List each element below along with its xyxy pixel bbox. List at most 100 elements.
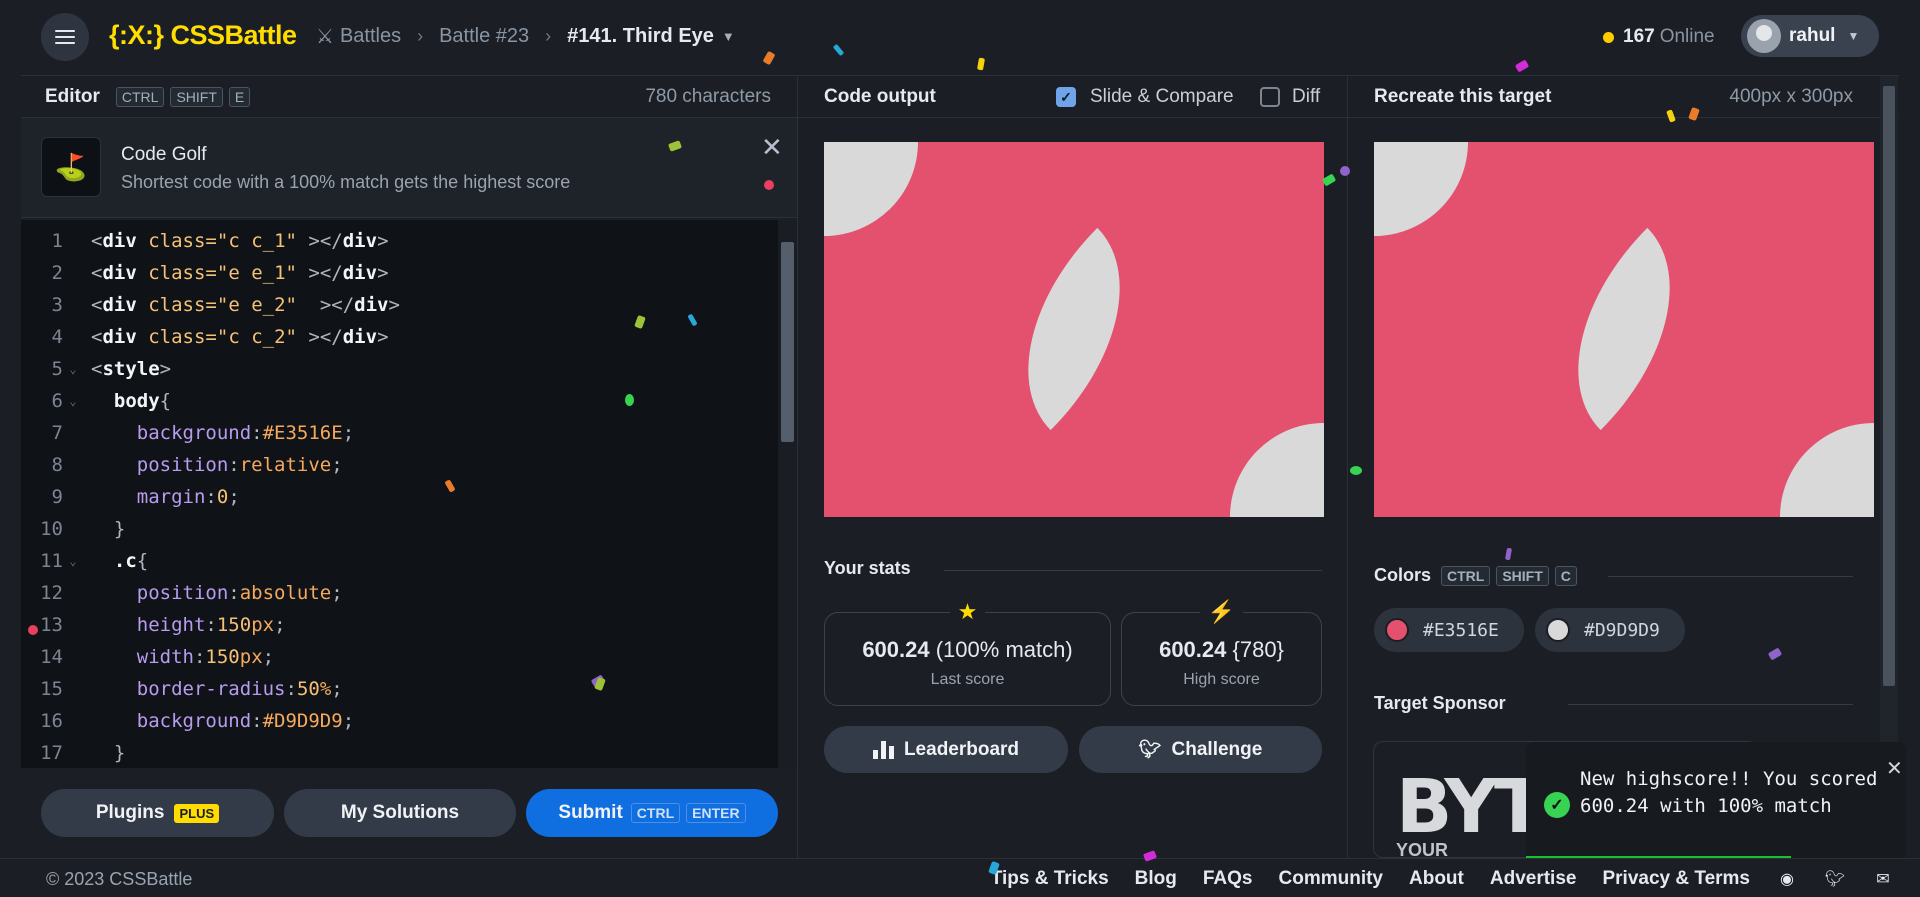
chevron-down-icon: ▼	[1847, 29, 1860, 43]
confetti	[28, 625, 38, 635]
diff-checkbox[interactable]	[1260, 87, 1280, 107]
star-icon: ★	[949, 599, 986, 625]
footer-link-tips[interactable]: Tips & Tricks	[991, 868, 1109, 890]
code-line: 11 ⌄ .c{	[40, 550, 149, 572]
color-swatch-pink[interactable]: #E3516E	[1374, 608, 1524, 652]
target-size: 400px x 300px	[1729, 85, 1853, 107]
fold-icon: ⌄	[69, 362, 77, 376]
submit-button[interactable]: Submit CTRL ENTER	[526, 789, 778, 837]
lightning-icon: ⚡	[1199, 599, 1244, 625]
logo[interactable]: {:X:} CSSBattle	[109, 20, 297, 51]
confetti	[1350, 466, 1362, 475]
color-hex: #E3516E	[1423, 619, 1499, 641]
footer-link-community[interactable]: Community	[1279, 868, 1384, 890]
my-solutions-button[interactable]: My Solutions	[284, 789, 516, 837]
code-output-canvas[interactable]	[824, 142, 1324, 517]
colors-title: Colors CTRL SHIFT C	[1374, 565, 1577, 586]
challenge-button[interactable]: 🐦︎ Challenge	[1079, 726, 1322, 773]
email-icon[interactable]: ✉	[1872, 870, 1894, 888]
circle-shape	[1230, 423, 1324, 517]
char-count: 780 characters	[645, 85, 771, 107]
code-line: 7 background:#E3516E;	[51, 422, 355, 444]
leaderboard-label: Leaderboard	[903, 738, 1020, 760]
close-icon[interactable]: ✕	[1886, 756, 1903, 781]
kbd-ctrl: CTRL	[1441, 565, 1491, 586]
fold-icon: ⌄	[69, 554, 77, 568]
eye-shape	[1522, 227, 1726, 431]
code-editor[interactable]: 1 <div class="c c_1" ></div> 2 <div class=…	[21, 220, 778, 768]
online-label: Online	[1659, 26, 1715, 47]
golf-subtitle: Shortest code with a 100% match gets the…	[121, 172, 571, 192]
color-swatch-gray[interactable]: #D9D9D9	[1535, 608, 1685, 652]
color-dot	[1546, 618, 1570, 642]
code-line: 12 position:absolute;	[40, 582, 343, 604]
code-line: 14 width:150px;	[40, 646, 275, 668]
menu-button[interactable]	[41, 13, 89, 61]
breadcrumb-battles[interactable]: Battles	[340, 25, 401, 48]
circle-shape	[1780, 423, 1874, 517]
target-header: Recreate this target 400px x 300px	[1348, 75, 1899, 118]
code-line: 1 <div class="c c_1" ></div>	[51, 230, 389, 252]
scrollbar-thumb[interactable]	[1883, 86, 1895, 686]
confetti	[1767, 647, 1783, 661]
footer-link-about[interactable]: About	[1409, 868, 1464, 890]
hamburger-icon	[55, 30, 75, 44]
breadcrumb-target[interactable]: #141. Third Eye	[567, 25, 714, 48]
breadcrumb-battle[interactable]: Battle #23	[439, 25, 529, 48]
code-line: 9 margin:0;	[51, 486, 240, 508]
scrollbar-thumb[interactable]	[781, 242, 794, 442]
high-score-card: ⚡ 600.24 {780} High score	[1121, 599, 1322, 706]
code-line: 4 <div class="c c_2" ></div>	[51, 326, 389, 348]
editor-scrollbar[interactable]	[778, 220, 797, 768]
plugins-button[interactable]: Plugins PLUS	[41, 789, 274, 837]
twitter-icon: 🐦︎	[1138, 739, 1162, 759]
submit-label: Submit	[558, 802, 623, 823]
eye-shape	[972, 227, 1176, 431]
slide-compare-checkbox[interactable]: ✓	[1056, 87, 1076, 107]
divider	[1568, 704, 1853, 705]
divider	[944, 570, 1322, 571]
toast-message: New highscore!! You scored 600.24 with 1…	[1580, 768, 1878, 817]
chevron-right-icon: ›	[545, 26, 552, 46]
footer-link-privacy[interactable]: Privacy & Terms	[1602, 868, 1750, 890]
slide-compare-label[interactable]: Slide & Compare	[1090, 86, 1234, 108]
caret-down-icon[interactable]: ▼	[722, 29, 735, 44]
code-line: 17 }	[40, 742, 126, 764]
high-score-label: High score	[1183, 671, 1260, 688]
divider	[1608, 576, 1853, 577]
footer-link-faqs[interactable]: FAQs	[1203, 868, 1253, 890]
footer-link-blog[interactable]: Blog	[1135, 868, 1177, 890]
code-line: 13 height:150px;	[40, 614, 286, 636]
fold-icon: ⌄	[69, 394, 77, 408]
top-bar: {:X:} CSSBattle ⚔ Battles › Battle #23 ›…	[0, 0, 1920, 74]
diff-label[interactable]: Diff	[1292, 86, 1320, 108]
kbd-ctrl: CTRL	[630, 803, 681, 823]
editor-shortcut: CTRL SHIFT E	[110, 86, 251, 107]
editor-footer: Plugins PLUS My Solutions Submit CTRL EN…	[21, 770, 797, 858]
sponsor-tagline: YOUR	[1396, 840, 1449, 858]
sponsor-logo: BYT	[1396, 764, 1544, 850]
avatar	[1747, 19, 1781, 53]
bar-chart-icon	[872, 740, 894, 759]
code-line: 10 }	[40, 518, 126, 540]
last-score-card: ★ 600.24 (100% match) Last score	[824, 599, 1111, 706]
leaderboard-button[interactable]: Leaderboard	[824, 726, 1068, 773]
online-count: 167	[1623, 26, 1655, 47]
high-score: 600.24 {780}	[1159, 637, 1284, 662]
breadcrumb: ⚔ Battles › Battle #23 › #141. Third Eye…	[316, 24, 735, 49]
twitter-icon[interactable]: 🐦︎	[1824, 870, 1846, 888]
crossed-swords-icon: ⚔	[316, 26, 334, 48]
color-dot	[1385, 618, 1409, 642]
online-dot-icon	[1603, 31, 1614, 43]
kbd-ctrl: CTRL	[115, 86, 165, 107]
kbd-enter: ENTER	[686, 803, 746, 823]
footer-link-advertise[interactable]: Advertise	[1490, 868, 1577, 890]
code-line: 15 border-radius:50%;	[40, 678, 343, 700]
target-scrollbar[interactable]	[1880, 76, 1898, 858]
close-icon[interactable]: ✕	[761, 132, 783, 163]
plus-badge: PLUS	[174, 803, 220, 823]
user-menu[interactable]: rahul ▼	[1741, 15, 1879, 57]
golf-title: Code Golf	[121, 144, 207, 165]
discord-icon[interactable]: ◉	[1776, 870, 1798, 888]
footer-links: Tips & Tricks Blog FAQs Community About …	[991, 859, 1920, 897]
